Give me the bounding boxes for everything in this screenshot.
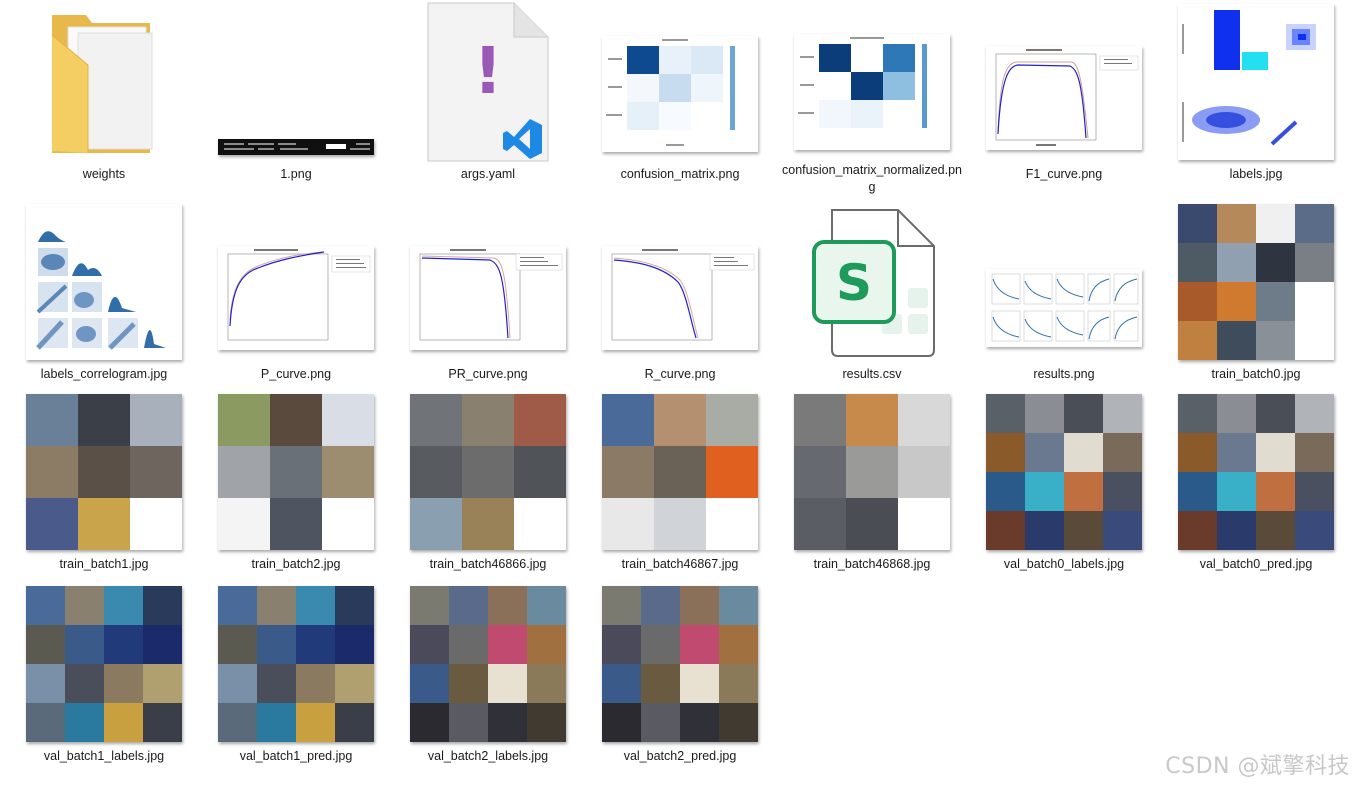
file-name: labels_correlogram.jpg (40, 367, 168, 381)
image-thumbnail (14, 392, 194, 552)
image-thumbnail (782, 2, 962, 158)
file-item-results-csv[interactable]: S results.csv (776, 196, 968, 386)
file-item-val-batch2-labels[interactable]: val_batch2_labels.jpg (392, 578, 584, 768)
file-name: R_curve.png (644, 367, 716, 381)
file-item-labels-correlogram[interactable]: labels_correlogram.jpg (8, 196, 200, 386)
image-thumbnail (14, 202, 194, 362)
file-item-val-batch1-pred[interactable]: val_batch1_pred.jpg (200, 578, 392, 768)
file-name: results.csv (842, 367, 902, 381)
image-thumbnail (206, 202, 386, 362)
file-item-f1-curve[interactable]: F1_curve.png (968, 0, 1160, 196)
file-item-args-yaml[interactable]: ! args.yaml (392, 0, 584, 196)
image-thumbnail (398, 392, 578, 552)
file-item-pr-curve[interactable]: PR_curve.png (392, 196, 584, 386)
file-name: F1_curve.png (1025, 167, 1103, 181)
file-name: train_batch46866.jpg (429, 557, 547, 571)
folder-icon (14, 2, 194, 162)
file-name: labels.jpg (1229, 167, 1283, 181)
image-thumbnail (782, 392, 962, 552)
file-name: train_batch46868.jpg (813, 557, 931, 571)
image-thumbnail (398, 202, 578, 362)
image-thumbnail (590, 392, 770, 552)
image-thumbnail (590, 2, 770, 162)
file-name: results.png (1033, 367, 1095, 381)
watermark: CSDN @斌擎科技 (1165, 754, 1350, 779)
file-item-val-batch0-pred[interactable]: val_batch0_pred.jpg (1160, 386, 1352, 578)
file-item-train-batch46866[interactable]: train_batch46866.jpg (392, 386, 584, 578)
file-name: 1.png (280, 167, 312, 181)
file-item-weights[interactable]: weights (8, 0, 200, 196)
file-grid: weights 1.png ! args.yaml confusion_matr… (8, 0, 1352, 768)
file-name: confusion_matrix_normalized.png (782, 163, 962, 194)
file-item-1png[interactable]: 1.png (200, 0, 392, 196)
yaml-icon-glyph: ! (473, 35, 502, 109)
file-item-val-batch2-pred[interactable]: val_batch2_pred.jpg (584, 578, 776, 768)
file-item-labels[interactable]: labels.jpg (1160, 0, 1352, 196)
file-name: train_batch2.jpg (251, 557, 341, 571)
image-thumbnail (206, 392, 386, 552)
file-item-confusion-matrix[interactable]: confusion_matrix.png (584, 0, 776, 196)
csv-file-icon: S (782, 202, 962, 362)
file-item-train-batch2[interactable]: train_batch2.jpg (200, 386, 392, 578)
file-name: train_batch0.jpg (1211, 367, 1301, 381)
yaml-file-icon: ! (398, 2, 578, 162)
file-name: train_batch1.jpg (59, 557, 149, 571)
image-thumbnail (974, 202, 1154, 362)
image-thumbnail (1166, 392, 1346, 552)
file-name: args.yaml (460, 167, 516, 181)
file-item-val-batch0-labels[interactable]: val_batch0_labels.jpg (968, 386, 1160, 578)
image-thumbnail (206, 584, 386, 744)
file-item-train-batch46867[interactable]: train_batch46867.jpg (584, 386, 776, 578)
image-thumbnail (206, 2, 386, 162)
image-thumbnail (974, 392, 1154, 552)
file-item-results-png[interactable]: results.png (968, 196, 1160, 386)
file-name: val_batch0_pred.jpg (1199, 557, 1313, 571)
file-name: P_curve.png (260, 367, 332, 381)
file-name: val_batch2_pred.jpg (623, 749, 737, 763)
file-item-confusion-matrix-normalized[interactable]: confusion_matrix_normalized.png (776, 0, 968, 196)
image-thumbnail (590, 202, 770, 362)
file-name: weights (82, 167, 126, 181)
image-thumbnail (398, 584, 578, 744)
file-name: confusion_matrix.png (620, 167, 740, 181)
file-name: val_batch1_labels.jpg (43, 749, 165, 763)
file-item-train-batch0[interactable]: train_batch0.jpg (1160, 196, 1352, 386)
csv-icon-glyph: S (836, 254, 872, 312)
file-name: train_batch46867.jpg (621, 557, 739, 571)
image-thumbnail (1166, 202, 1346, 362)
file-item-val-batch1-labels[interactable]: val_batch1_labels.jpg (8, 578, 200, 768)
image-thumbnail (14, 584, 194, 744)
file-item-train-batch46868[interactable]: train_batch46868.jpg (776, 386, 968, 578)
file-name: PR_curve.png (448, 367, 528, 381)
file-item-p-curve[interactable]: P_curve.png (200, 196, 392, 386)
file-name: val_batch2_labels.jpg (427, 749, 549, 763)
image-thumbnail (590, 584, 770, 744)
file-name: val_batch1_pred.jpg (239, 749, 353, 763)
file-item-r-curve[interactable]: R_curve.png (584, 196, 776, 386)
image-thumbnail (1166, 2, 1346, 162)
file-item-train-batch1[interactable]: train_batch1.jpg (8, 386, 200, 578)
image-thumbnail (974, 2, 1154, 162)
file-name: val_batch0_labels.jpg (1003, 557, 1125, 571)
